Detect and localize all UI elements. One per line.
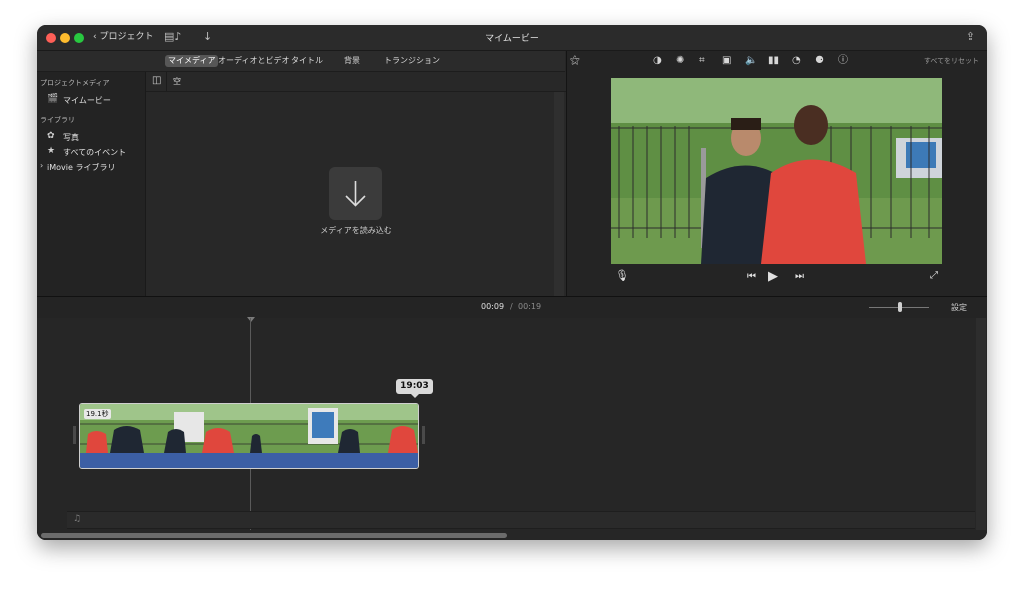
clip-left-handle[interactable] <box>73 426 76 444</box>
clip-filter-icon[interactable]: ⚈ <box>815 55 824 67</box>
play-icon[interactable]: ▶ <box>768 269 778 284</box>
sidebar-item-photos[interactable]: 写真 <box>63 132 79 143</box>
settings-button[interactable]: 設定 <box>951 302 967 313</box>
import-arrow-icon <box>345 181 366 207</box>
chevron-right-icon[interactable]: › <box>40 161 43 170</box>
video-preview <box>611 78 942 264</box>
media-browser: ◫ 空 メディアを読み込む <box>146 72 566 296</box>
clip-duration-tag: 19.1秒 <box>84 409 111 419</box>
star-icon: ★ <box>47 146 56 156</box>
timeline-scroll-thumb[interactable] <box>41 533 507 538</box>
browser-tabs: マイメディア オーディオとビデオ タイトル 背景 トランジション <box>37 51 565 72</box>
sidebar-item-all-events[interactable]: すべてのイベント <box>63 147 126 158</box>
tab-audio-video[interactable]: オーディオとビデオ <box>215 55 292 67</box>
clip-audio-waveform <box>80 453 418 468</box>
clip-right-handle[interactable] <box>422 426 425 444</box>
skip-forward-icon[interactable]: ⏭ <box>795 271 804 282</box>
fullscreen-icon[interactable]: ⤢ <box>930 270 938 281</box>
music-note-icon: ♫ <box>73 514 82 524</box>
clip-thumbnails <box>80 404 418 453</box>
total-time: 00:19 <box>518 302 542 311</box>
share-icon[interactable]: ⇪ <box>966 30 975 43</box>
timeline: 19:03 19.1秒 ♫ <box>37 317 987 540</box>
title-bar: ‹ プロジェクト ▤♪ ↓ マイムービー ⇪ <box>37 25 987 51</box>
sidebar-item-my-movie[interactable]: マイムービー <box>63 95 111 106</box>
import-media-button[interactable] <box>329 167 382 220</box>
project-media-header: プロジェクトメディア <box>40 79 110 87</box>
sidebar-item-imovie-library[interactable]: iMovie ライブラリ <box>47 162 115 173</box>
info-icon[interactable]: ⓘ <box>838 55 848 67</box>
noise-reduction-icon[interactable]: ▮▮ <box>768 55 779 67</box>
import-media-label: メディアを読み込む <box>320 226 392 235</box>
photos-icon: ✿ <box>47 131 55 141</box>
viewer-pane: ⚝ ◑ ✺ ⌗ ▣ 🔈 ▮▮ ◔ ⚈ ⓘ すべてをリセット 🎙 ⏮ ▶ ⏭ ⤢ <box>567 51 987 296</box>
music-lane[interactable]: ♫ <box>67 511 975 529</box>
clapper-icon: 🎬 <box>47 94 59 104</box>
timeline-horizontal-scrollbar[interactable] <box>37 530 987 540</box>
imovie-window: ‹ プロジェクト ▤♪ ↓ マイムービー ⇪ マイメディア オーディオとビデオ … <box>37 25 987 540</box>
tab-transitions[interactable]: トランジション <box>381 55 443 67</box>
stabilization-icon[interactable]: ▣ <box>722 55 731 67</box>
tab-titles[interactable]: タイトル <box>288 55 326 67</box>
volume-icon[interactable]: 🔈 <box>745 55 757 67</box>
library-header: ライブラリ <box>40 116 75 124</box>
window-title: マイムービー <box>485 34 539 44</box>
timeline-vertical-scrollbar[interactable] <box>976 318 986 530</box>
clip-duration-bubble: 19:03 <box>396 379 433 394</box>
playhead-marker[interactable] <box>247 317 255 322</box>
timecode-bar: 00:09 / 00:19 設定 <box>37 296 987 319</box>
zoom-slider-knob[interactable] <box>898 302 902 312</box>
filter-label[interactable]: 空 <box>173 76 181 87</box>
clip-duration-arrow <box>411 394 419 398</box>
toolbar-divider <box>166 72 167 91</box>
video-clip[interactable]: 19.1秒 <box>79 403 419 469</box>
crop-icon[interactable]: ⌗ <box>699 55 705 67</box>
tab-my-media[interactable]: マイメディア <box>165 55 219 67</box>
browser-toolbar: ◫ 空 <box>146 72 566 92</box>
browser-scrollbar[interactable] <box>554 92 564 296</box>
library-sidebar: プロジェクトメディア 🎬 マイムービー ライブラリ ✿ 写真 ★ すべてのイベン… <box>37 72 146 296</box>
color-balance-icon[interactable]: ◑ <box>653 55 662 67</box>
skip-back-icon[interactable]: ⏮ <box>747 271 756 282</box>
magic-wand-icon[interactable]: ⚝ <box>570 55 580 67</box>
reset-all-button[interactable]: すべてをリセット <box>924 56 979 66</box>
current-time: 00:09 <box>481 302 505 311</box>
microphone-icon[interactable]: 🎙 <box>615 269 629 282</box>
color-correction-icon[interactable]: ✺ <box>676 55 684 67</box>
speed-icon[interactable]: ◔ <box>792 55 801 67</box>
tab-backgrounds[interactable]: 背景 <box>341 55 363 67</box>
time-separator: / <box>510 302 513 311</box>
sidebar-toggle-icon[interactable]: ◫ <box>152 75 161 86</box>
video-frame <box>611 78 942 264</box>
